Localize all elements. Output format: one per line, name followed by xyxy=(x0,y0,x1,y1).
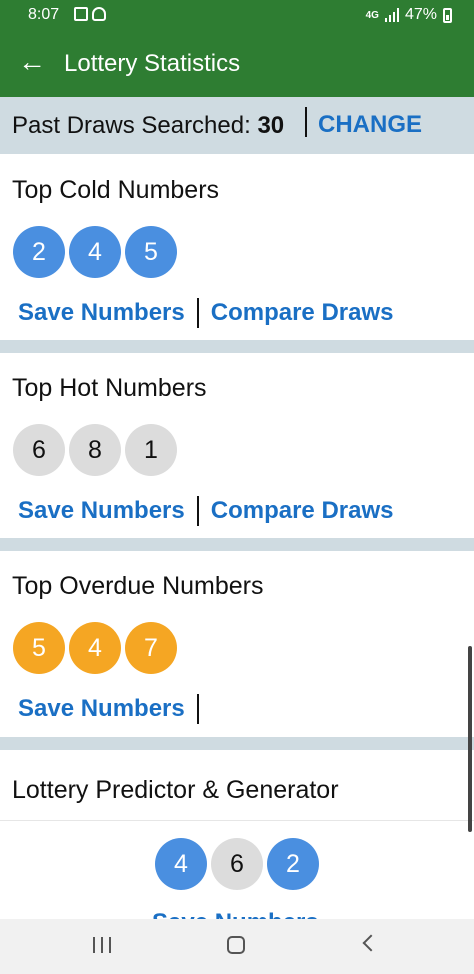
section-divider xyxy=(0,538,474,551)
hot-actions: Save Numbers Compare Draws xyxy=(18,496,393,526)
predictor-numbers-balls: 4 6 2 xyxy=(155,838,319,890)
incognito-icon xyxy=(92,7,106,21)
past-draws-bar: Past Draws Searched: 30 CHANGE xyxy=(0,97,474,154)
status-bar: 8:07 4G 47% xyxy=(0,0,474,30)
page-title: Lottery Statistics xyxy=(64,50,241,77)
number-ball: 4 xyxy=(69,226,121,278)
separator xyxy=(196,496,199,526)
section-rule xyxy=(0,820,474,821)
save-numbers-button[interactable]: Save Numbers xyxy=(18,299,185,327)
compare-draws-button[interactable]: Compare Draws xyxy=(211,497,394,525)
section-divider xyxy=(0,340,474,353)
past-draws-value: 30 xyxy=(257,112,285,139)
battery-percent: 47% xyxy=(404,6,437,23)
past-draws-label-text: Past Draws Searched: xyxy=(12,112,251,139)
system-nav-bar xyxy=(0,919,474,974)
overdue-numbers-balls: 5 4 7 xyxy=(13,622,177,674)
signal-icon xyxy=(384,8,399,22)
number-ball: 2 xyxy=(13,226,65,278)
save-numbers-button[interactable]: Save Numbers xyxy=(18,497,185,525)
hot-numbers-title: Top Hot Numbers xyxy=(12,374,207,402)
cold-numbers-balls: 2 4 5 xyxy=(13,226,177,278)
back-icon[interactable] xyxy=(362,934,380,952)
compare-draws-button[interactable]: Compare Draws xyxy=(211,299,394,327)
hot-numbers-balls: 6 8 1 xyxy=(13,424,177,476)
overdue-numbers-title: Top Overdue Numbers xyxy=(12,572,264,600)
battery-icon xyxy=(443,7,452,23)
scrollbar[interactable] xyxy=(468,646,472,832)
number-ball: 6 xyxy=(13,424,65,476)
number-ball: 1 xyxy=(125,424,177,476)
recent-apps-icon[interactable] xyxy=(93,937,111,953)
number-ball: 5 xyxy=(125,226,177,278)
arrow-left-icon[interactable]: ← xyxy=(18,44,46,80)
network-type: 4G xyxy=(365,9,379,21)
number-ball: 4 xyxy=(69,622,121,674)
number-ball: 6 xyxy=(211,838,263,890)
number-ball: 2 xyxy=(267,838,319,890)
number-ball: 4 xyxy=(155,838,207,890)
overdue-actions: Save Numbers xyxy=(18,694,211,724)
status-time: 8:07 xyxy=(28,6,60,23)
number-ball: 7 xyxy=(125,622,177,674)
section-divider xyxy=(0,737,474,750)
image-icon xyxy=(74,7,88,21)
change-button[interactable]: CHANGE xyxy=(318,111,422,139)
number-ball: 8 xyxy=(69,424,121,476)
predictor-title: Lottery Predictor & Generator xyxy=(12,776,339,804)
cold-numbers-title: Top Cold Numbers xyxy=(12,176,220,204)
status-right: 4G 47% xyxy=(366,6,452,24)
app-bar: ← Lottery Statistics xyxy=(0,30,474,97)
separator xyxy=(196,298,199,328)
number-ball: 5 xyxy=(13,622,65,674)
separator xyxy=(196,694,199,724)
past-draws-label: Past Draws Searched: 30 xyxy=(12,112,284,140)
cold-actions: Save Numbers Compare Draws xyxy=(18,298,393,328)
home-icon[interactable] xyxy=(227,936,245,954)
save-numbers-button[interactable]: Save Numbers xyxy=(18,695,185,723)
separator xyxy=(305,107,307,137)
